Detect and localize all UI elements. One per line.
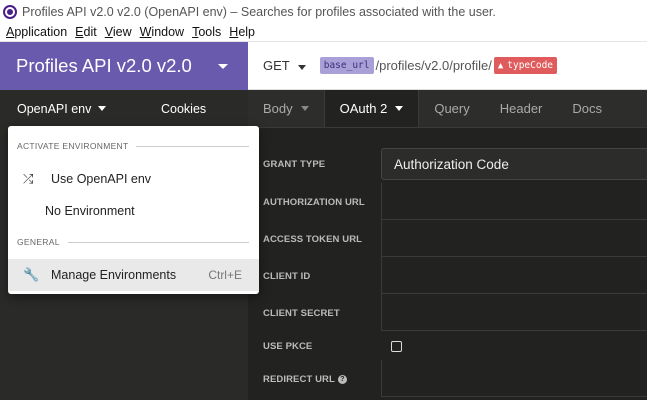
menu-help[interactable]: Help (229, 25, 255, 39)
menu-tools[interactable]: Tools (192, 25, 221, 39)
tab-body[interactable]: Body (248, 90, 324, 127)
chevron-down-icon (218, 64, 228, 69)
redirect-url-input[interactable] (381, 360, 647, 397)
warning-icon: ▲ (497, 60, 504, 71)
cookies-button[interactable]: Cookies (161, 102, 206, 116)
method-dropdown[interactable]: GET (263, 58, 320, 73)
manage-environments-item[interactable]: 🔧 Manage Environments Ctrl+E (8, 259, 259, 291)
client-id-label: CLIENT ID (263, 271, 311, 282)
chevron-down-icon (98, 106, 107, 111)
no-environment-item[interactable]: No Environment (8, 196, 259, 226)
missing-variable-tag[interactable]: ▲ typeCode (493, 57, 558, 74)
client-secret-input[interactable] (381, 294, 647, 331)
section-label: ACTIVATE ENVIRONMENT (17, 141, 129, 151)
workspace-name: Profiles API v2.0 v2.0 (16, 55, 192, 76)
shuffle-icon: ⤮ (23, 171, 34, 186)
tab-body-label: Body (263, 101, 293, 116)
window-title: Profiles API v2.0 v2.0 (OpenAPI env) – S… (22, 4, 496, 19)
redirect-url-label: REDIRECT URL? (263, 374, 347, 385)
window-titlebar: Profiles API v2.0 v2.0 (OpenAPI env) – S… (0, 0, 647, 23)
divider (136, 145, 249, 147)
sidebar-header: OpenAPI env Cookies (0, 90, 248, 127)
menu-item-label: No Environment (45, 204, 135, 218)
chevron-down-icon (297, 65, 306, 70)
authorization-url-input[interactable] (381, 183, 647, 220)
grant-type-select[interactable]: Authorization Code (381, 148, 647, 180)
base-url-variable-tag[interactable]: base_url (319, 57, 374, 74)
redirect-url-label-text: REDIRECT URL (263, 374, 335, 385)
activate-environment-section: ACTIVATE ENVIRONMENT (17, 141, 249, 151)
menu-edit[interactable]: Edit (75, 25, 97, 39)
wrench-icon: 🔧 (23, 267, 40, 282)
tab-oauth2-label: OAuth 2 (339, 101, 388, 116)
divider (67, 241, 249, 243)
workspace-dropdown[interactable]: Profiles API v2.0 v2.0 (0, 42, 248, 90)
tab-header-label: Header (499, 101, 543, 116)
grant-type-label: GRANT TYPE (263, 159, 326, 170)
url-path-text[interactable]: /profiles/v2.0/profile/ (376, 58, 492, 73)
client-secret-label: CLIENT SECRET (263, 308, 340, 319)
access-token-url-label: ACCESS TOKEN URL (263, 234, 363, 245)
general-section: GENERAL (17, 237, 249, 247)
menu-item-label: Manage Environments (51, 268, 177, 282)
access-token-url-input[interactable] (381, 220, 647, 257)
section-label: GENERAL (17, 237, 60, 247)
menu-view[interactable]: View (105, 25, 132, 39)
menu-window[interactable]: Window (140, 25, 184, 39)
tab-query-label: Query (434, 101, 470, 116)
method-label: GET (263, 58, 290, 73)
chevron-down-icon (395, 106, 404, 111)
missing-variable-label: typeCode (507, 60, 554, 71)
oauth2-form: GRANT TYPE Authorization Code AUTHORIZAT… (248, 128, 647, 400)
environment-dropdown-menu: ACTIVATE ENVIRONMENT ⤮ Use OpenAPI env N… (8, 126, 259, 294)
shortcut-label: Ctrl+E (208, 268, 242, 282)
use-openapi-env-item[interactable]: ⤮ Use OpenAPI env (8, 164, 259, 194)
environment-label: OpenAPI env (17, 101, 92, 116)
url-bar: GET base_url /profiles/v2.0/profile/ ▲ ty… (248, 42, 647, 90)
question-icon[interactable]: ? (337, 374, 347, 384)
client-id-input[interactable] (381, 257, 647, 294)
request-tabs: Body OAuth 2 Query Header Docs (248, 90, 647, 128)
menu-application[interactable]: Application (6, 25, 67, 39)
use-pkce-checkbox[interactable] (391, 341, 402, 352)
tab-oauth2[interactable]: OAuth 2 (323, 90, 420, 127)
menu-bar: Application Edit View Window Tools Help (0, 23, 647, 42)
chevron-down-icon (300, 106, 309, 111)
authorization-url-label: AUTHORIZATION URL (263, 197, 365, 208)
tab-docs[interactable]: Docs (557, 90, 617, 127)
use-pkce-label: USE PKCE (263, 341, 313, 352)
tab-header[interactable]: Header (485, 90, 558, 127)
menu-item-label: Use OpenAPI env (51, 172, 152, 186)
tab-docs-label: Docs (572, 101, 603, 116)
insomnia-logo-icon (3, 4, 17, 19)
tab-query[interactable]: Query (419, 90, 484, 127)
environment-dropdown[interactable]: OpenAPI env (17, 101, 107, 116)
